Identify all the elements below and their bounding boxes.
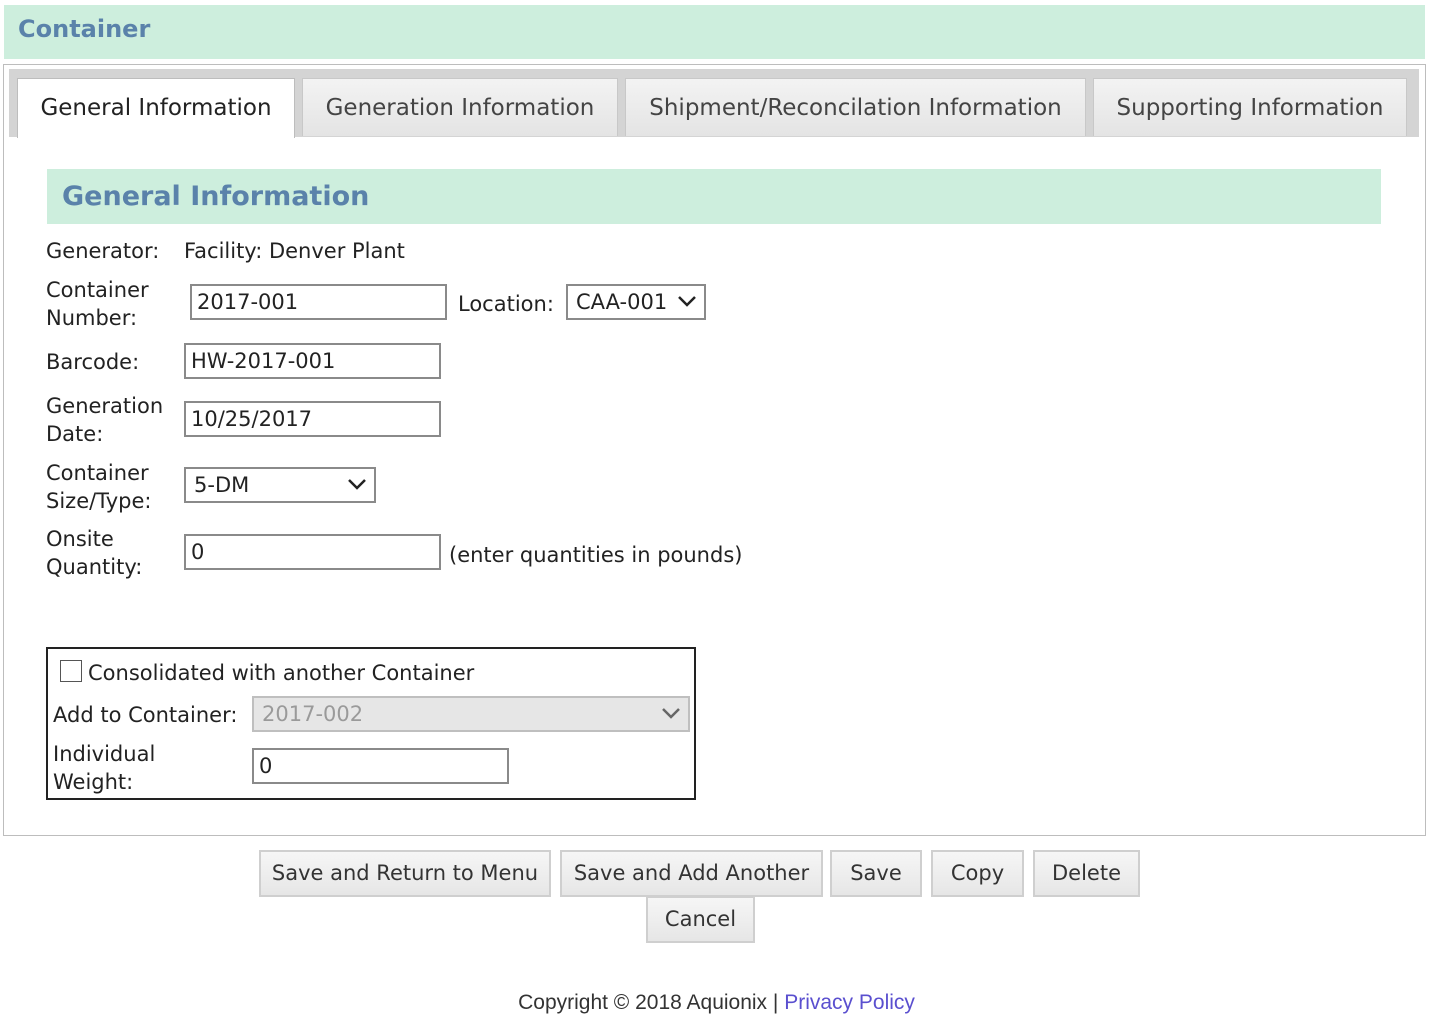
container-size-label-line1: Container	[46, 461, 149, 485]
container-number-label-line1: Container	[46, 278, 149, 302]
individual-weight-label-line1: Individual	[53, 742, 156, 766]
page-title: Container	[18, 15, 151, 43]
location-label: Location:	[458, 292, 554, 316]
container-size-select[interactable]: 5-DM	[184, 467, 376, 503]
tab-shipment-reconcilation-information[interactable]: Shipment/Reconcilation Information	[625, 78, 1086, 136]
location-select[interactable]: CAA-001	[566, 284, 706, 320]
tab-generation-information[interactable]: Generation Information	[302, 78, 618, 136]
container-number-label: Container Number:	[46, 276, 149, 332]
save-and-add-another-button[interactable]: Save and Add Another	[560, 850, 823, 897]
generation-date-label: Generation Date:	[46, 392, 163, 448]
generation-date-label-line1: Generation	[46, 394, 164, 418]
tab-general-information[interactable]: General Information	[17, 78, 295, 138]
copy-button[interactable]: Copy	[931, 850, 1024, 897]
container-size-select-value: 5-DM	[194, 473, 250, 497]
container-size-label-line2: Size/Type:	[46, 489, 152, 513]
container-number-label-line2: Number:	[46, 306, 138, 330]
onsite-quantity-label-line1: Onsite	[46, 527, 114, 551]
tab-supporting-information[interactable]: Supporting Information	[1093, 78, 1407, 136]
add-to-container-select-value: 2017-002	[262, 702, 364, 726]
onsite-quantity-label: Onsite Quantity:	[46, 525, 142, 581]
chevron-down-icon	[662, 708, 680, 719]
chevron-down-icon	[348, 479, 366, 490]
onsite-quantity-hint: (enter quantities in pounds)	[449, 543, 743, 567]
footer: Copyright © 2018 Aquionix | Privacy Poli…	[0, 991, 1433, 1015]
container-size-label: Container Size/Type:	[46, 459, 152, 515]
container-number-input[interactable]: 2017-001	[190, 284, 447, 320]
section-title: General Information	[62, 181, 370, 212]
generation-date-input[interactable]: 10/25/2017	[184, 401, 441, 437]
generator-label: Generator:	[46, 239, 160, 263]
onsite-quantity-input[interactable]: 0	[184, 534, 441, 570]
privacy-policy-link[interactable]: Privacy Policy	[784, 991, 915, 1014]
individual-weight-input[interactable]: 0	[252, 748, 509, 784]
save-button[interactable]: Save	[830, 850, 922, 897]
barcode-label: Barcode:	[46, 350, 140, 374]
add-to-container-select[interactable]: 2017-002	[252, 696, 690, 732]
individual-weight-label-line2: Weight:	[53, 770, 134, 794]
consolidated-checkbox-label: Consolidated with another Container	[88, 661, 475, 685]
delete-button[interactable]: Delete	[1033, 850, 1140, 897]
barcode-input[interactable]: HW-2017-001	[184, 343, 441, 379]
consolidated-checkbox[interactable]	[60, 660, 82, 682]
onsite-quantity-label-line2: Quantity:	[46, 555, 143, 579]
generation-date-label-line2: Date:	[46, 422, 104, 446]
generator-value: Facility: Denver Plant	[184, 239, 405, 263]
page-header	[4, 5, 1425, 59]
individual-weight-label: Individual Weight:	[53, 740, 155, 796]
location-select-value: CAA-001	[576, 290, 668, 314]
save-and-return-button[interactable]: Save and Return to Menu	[259, 850, 551, 897]
cancel-button[interactable]: Cancel	[646, 896, 755, 943]
copyright-text: Copyright © 2018 Aquionix |	[518, 991, 779, 1014]
chevron-down-icon	[678, 296, 696, 307]
add-to-container-label: Add to Container:	[53, 703, 238, 727]
